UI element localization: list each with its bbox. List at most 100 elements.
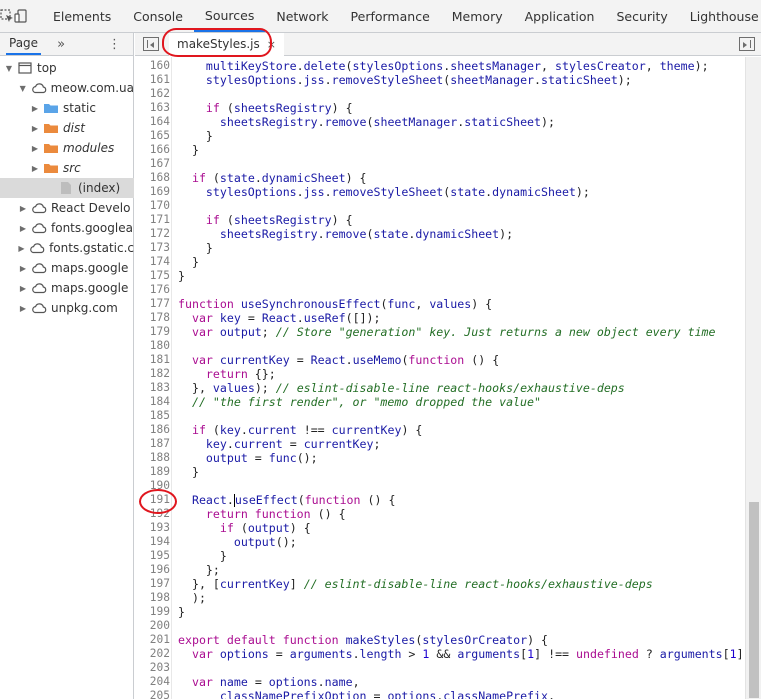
close-icon[interactable]: × bbox=[267, 38, 276, 51]
line-number[interactable]: 179 bbox=[135, 325, 170, 339]
line-number[interactable]: 171 bbox=[135, 213, 170, 227]
line-number[interactable]: 187 bbox=[135, 437, 170, 451]
toggle-navigator-icon[interactable] bbox=[143, 37, 159, 51]
tree-item[interactable]: ▶ fonts.gstatic.c bbox=[0, 238, 134, 258]
tree-item[interactable]: ▼ top bbox=[0, 58, 134, 78]
line-number[interactable]: 205 bbox=[135, 689, 170, 699]
code-line[interactable]: 169 stylesOptions.jss.removeStyleSheet(s… bbox=[135, 185, 745, 199]
line-number[interactable]: 186 bbox=[135, 423, 170, 437]
line-number[interactable]: 190 bbox=[135, 479, 170, 493]
tree-item[interactable]: ▶ static bbox=[0, 98, 134, 118]
line-number[interactable]: 176 bbox=[135, 283, 170, 297]
line-number[interactable]: 201 bbox=[135, 633, 170, 647]
code-line[interactable]: 184 // "the first render", or "memo drop… bbox=[135, 395, 745, 409]
code-line[interactable]: 174 } bbox=[135, 255, 745, 269]
tab-lighthouse[interactable]: Lighthouse bbox=[679, 0, 761, 32]
toggle-debugger-icon[interactable] bbox=[739, 37, 755, 51]
line-number[interactable]: 166 bbox=[135, 143, 170, 157]
line-number[interactable]: 167 bbox=[135, 157, 170, 171]
code-line[interactable]: 170 bbox=[135, 199, 745, 213]
tree-item[interactable]: ▶ fonts.googlea bbox=[0, 218, 134, 238]
code-editor[interactable]: 160 multiKeyStore.delete(stylesOptions.s… bbox=[135, 57, 745, 699]
code-line[interactable]: 194 output(); bbox=[135, 535, 745, 549]
collapsed-arrow-icon[interactable]: ▶ bbox=[18, 264, 28, 273]
line-number[interactable]: 198 bbox=[135, 591, 170, 605]
line-number[interactable]: 178 bbox=[135, 311, 170, 325]
line-number[interactable]: 197 bbox=[135, 577, 170, 591]
code-line[interactable]: 164 sheetsRegistry.remove(sheetManager.s… bbox=[135, 115, 745, 129]
line-number[interactable]: 202 bbox=[135, 647, 170, 661]
line-number[interactable]: 174 bbox=[135, 255, 170, 269]
line-number[interactable]: 172 bbox=[135, 227, 170, 241]
tree-item[interactable]: ▼ meow.com.ua bbox=[0, 78, 134, 98]
line-number[interactable]: 193 bbox=[135, 521, 170, 535]
code-line[interactable]: 180 bbox=[135, 339, 745, 353]
code-line[interactable]: 178 var key = React.useRef([]); bbox=[135, 311, 745, 325]
more-navigators-button[interactable]: » bbox=[57, 37, 65, 52]
code-line[interactable]: 199} bbox=[135, 605, 745, 619]
line-number[interactable]: 173 bbox=[135, 241, 170, 255]
line-number[interactable]: 168 bbox=[135, 171, 170, 185]
code-line[interactable]: 166 } bbox=[135, 143, 745, 157]
line-number[interactable]: 191 bbox=[135, 493, 170, 507]
line-number[interactable]: 180 bbox=[135, 339, 170, 353]
code-line[interactable]: 182 return {}; bbox=[135, 367, 745, 381]
code-line[interactable]: 171 if (sheetsRegistry) { bbox=[135, 213, 745, 227]
code-line[interactable]: 201 export default function makeStyles(st… bbox=[135, 633, 745, 647]
collapsed-arrow-icon[interactable]: ▶ bbox=[17, 244, 26, 253]
code-line[interactable]: 177 function useSynchronousEffect(func, v… bbox=[135, 297, 745, 311]
code-line[interactable]: 186 if (key.current !== currentKey) { bbox=[135, 423, 745, 437]
line-number[interactable]: 200 bbox=[135, 619, 170, 633]
expanded-arrow-icon[interactable]: ▼ bbox=[18, 84, 28, 93]
line-number[interactable]: 161 bbox=[135, 73, 170, 87]
tree-item[interactable]: ▶ React Develo bbox=[0, 198, 134, 218]
line-number[interactable]: 182 bbox=[135, 367, 170, 381]
tree-item[interactable]: ▶ dist bbox=[0, 118, 134, 138]
line-number[interactable]: 192 bbox=[135, 507, 170, 521]
line-number[interactable]: 183 bbox=[135, 381, 170, 395]
line-number[interactable]: 184 bbox=[135, 395, 170, 409]
collapsed-arrow-icon[interactable]: ▶ bbox=[18, 284, 28, 293]
expanded-arrow-icon[interactable]: ▼ bbox=[4, 64, 14, 73]
collapsed-arrow-icon[interactable]: ▶ bbox=[18, 224, 28, 233]
code-line[interactable]: 187 key.current = currentKey; bbox=[135, 437, 745, 451]
line-number[interactable]: 185 bbox=[135, 409, 170, 423]
line-number[interactable]: 204 bbox=[135, 675, 170, 689]
device-toggle-icon[interactable] bbox=[14, 0, 28, 32]
tab-sources[interactable]: Sources bbox=[193, 0, 266, 32]
tab-elements[interactable]: Elements bbox=[42, 0, 122, 32]
code-line[interactable]: 193 if (output) { bbox=[135, 521, 745, 535]
code-line[interactable]: 161 stylesOptions.jss.removeStyleSheet(s… bbox=[135, 73, 745, 87]
line-number[interactable]: 181 bbox=[135, 353, 170, 367]
line-number[interactable]: 165 bbox=[135, 129, 170, 143]
code-line[interactable]: 191 React.useEffect(function () { bbox=[135, 493, 745, 507]
collapsed-arrow-icon[interactable]: ▶ bbox=[30, 104, 40, 113]
tab-performance[interactable]: Performance bbox=[340, 0, 441, 32]
line-number[interactable]: 164 bbox=[135, 115, 170, 129]
tree-item[interactable]: ▶ modules bbox=[0, 138, 134, 158]
line-number[interactable]: 203 bbox=[135, 661, 170, 675]
line-number[interactable]: 195 bbox=[135, 549, 170, 563]
code-line[interactable]: 203 bbox=[135, 661, 745, 675]
collapsed-arrow-icon[interactable]: ▶ bbox=[30, 164, 40, 173]
code-line[interactable]: 175} bbox=[135, 269, 745, 283]
line-number[interactable]: 162 bbox=[135, 87, 170, 101]
code-line[interactable]: 185 bbox=[135, 409, 745, 423]
editor-scrollbar[interactable] bbox=[745, 57, 761, 699]
code-line[interactable]: 181 var currentKey = React.useMemo(funct… bbox=[135, 353, 745, 367]
code-line[interactable]: 160 multiKeyStore.delete(stylesOptions.s… bbox=[135, 59, 745, 73]
line-number[interactable]: 160 bbox=[135, 59, 170, 73]
code-line[interactable]: 196 }; bbox=[135, 563, 745, 577]
code-line[interactable]: 192 return function () { bbox=[135, 507, 745, 521]
collapsed-arrow-icon[interactable]: ▶ bbox=[18, 204, 28, 213]
code-line[interactable]: 173 } bbox=[135, 241, 745, 255]
tree-item[interactable]: ▶ unpkg.com bbox=[0, 298, 134, 318]
code-line[interactable]: 183 }, values); // eslint-disable-line r… bbox=[135, 381, 745, 395]
file-tab-makestyles[interactable]: makeStyles.js × bbox=[169, 32, 284, 56]
line-number[interactable]: 188 bbox=[135, 451, 170, 465]
tab-memory[interactable]: Memory bbox=[441, 0, 514, 32]
code-line[interactable]: 162 bbox=[135, 87, 745, 101]
code-line[interactable]: 179 var output; // Store "generation" ke… bbox=[135, 325, 745, 339]
navigator-menu-icon[interactable]: ⋮ bbox=[108, 37, 121, 52]
line-number[interactable]: 169 bbox=[135, 185, 170, 199]
